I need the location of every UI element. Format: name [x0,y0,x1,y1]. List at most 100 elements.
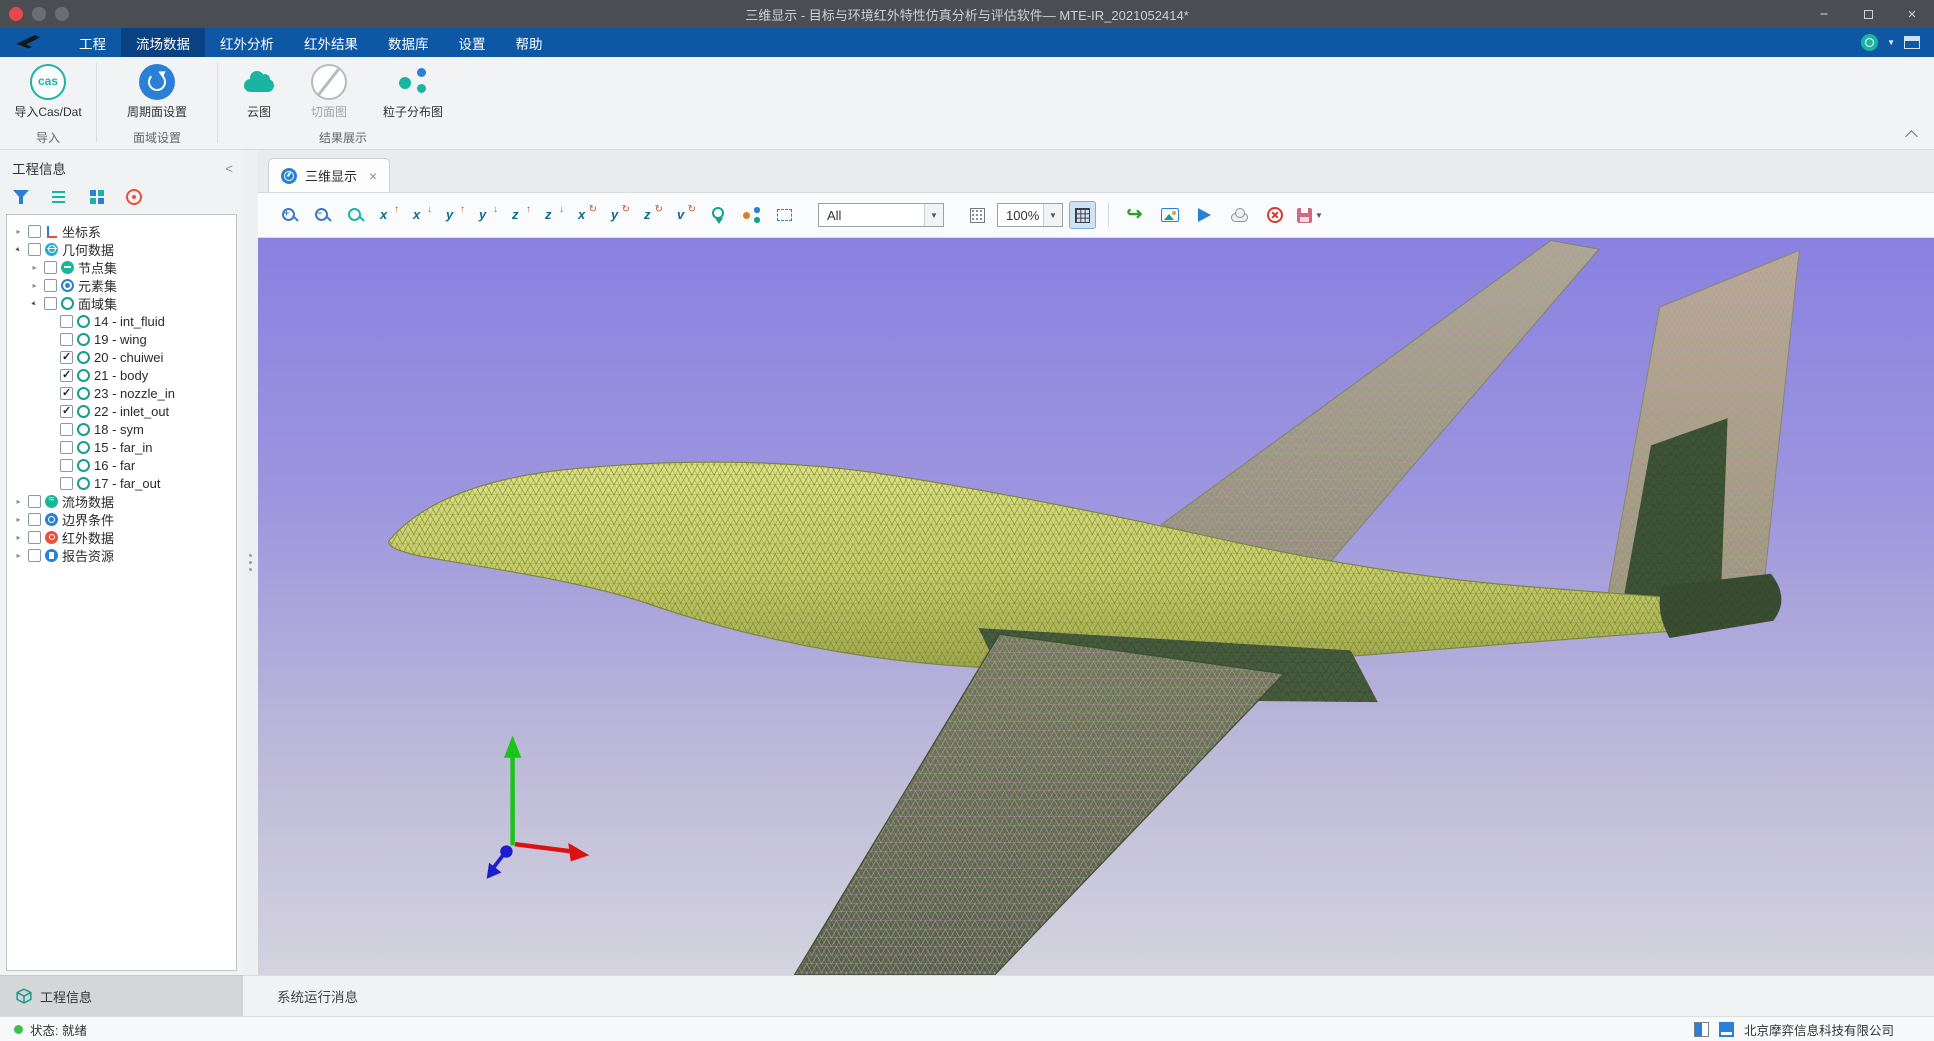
tree-checkbox[interactable] [60,405,73,418]
tree-expander-icon[interactable]: ▸ [11,242,25,256]
locate-target-icon[interactable] [126,189,142,205]
menu-tab-ir-analysis[interactable]: 红外分析 [205,28,289,57]
clear-display-button[interactable] [1261,201,1288,229]
rotate-x-button[interactable]: x↻ [573,201,600,229]
filter-icon[interactable] [12,188,30,206]
dropdown-caret-icon[interactable]: ▼ [1887,38,1895,47]
tree-item[interactable]: ▸21 - body [7,366,236,384]
tree-checkbox[interactable] [28,549,41,562]
menu-tab-database[interactable]: 数据库 [373,28,444,57]
tree-item[interactable]: ▸红外数据 [7,528,236,546]
tree-item[interactable]: ▸22 - inlet_out [7,402,236,420]
minimize-button[interactable]: − [1802,0,1846,28]
quick-access-button[interactable] [1861,34,1878,51]
display-filter-select[interactable]: All ▼ [818,203,944,227]
zoom-window-button[interactable] [342,201,369,229]
docked-panel-tab[interactable]: 工程信息 [0,975,243,1016]
tree-expander-icon[interactable]: ▸ [13,533,24,542]
tree-item[interactable]: ▸19 - wing [7,330,236,348]
aircraft-3d-model[interactable] [258,238,1934,975]
rotate-free-button[interactable]: v↻ [672,201,699,229]
titlebar-button-2[interactable] [55,7,69,21]
view-z-neg-button[interactable]: z↓ [540,201,567,229]
tree-item[interactable]: ▸17 - far_out [7,474,236,492]
view-x-pos-button[interactable]: x↑ [375,201,402,229]
tree-expander-icon[interactable]: ▸ [13,497,24,506]
grid-view-icon[interactable] [88,188,106,206]
tree-checkbox[interactable] [28,243,41,256]
tree-checkbox[interactable] [44,279,57,292]
tree-checkbox[interactable] [28,495,41,508]
particle-distribution-button[interactable]: 粒子分布图 [367,64,459,120]
dropdown-arrow-icon[interactable]: ▼ [924,204,943,226]
rotate-z-button[interactable]: z↻ [639,201,666,229]
tree-item[interactable]: ▸几何数据 [7,240,236,258]
tree-checkbox[interactable] [60,459,73,472]
titlebar-red-button[interactable] [9,7,23,21]
tree-item[interactable]: ▸16 - far [7,456,236,474]
tree-expander-icon[interactable]: ▸ [13,515,24,524]
tree-checkbox[interactable] [60,423,73,436]
tree-item[interactable]: ▸18 - sym [7,420,236,438]
ribbon-collapse-button[interactable] [1905,130,1918,143]
tree-expander-icon[interactable]: ▸ [13,551,24,560]
dropdown-arrow-icon[interactable]: ▼ [1043,204,1062,226]
tree-item[interactable]: ▸15 - far_in [7,438,236,456]
tree-item[interactable]: ▸20 - chuiwei [7,348,236,366]
zoom-out-button[interactable]: − [309,201,336,229]
view-y-neg-button[interactable]: y↓ [474,201,501,229]
zoom-level-select[interactable]: 100% ▼ [997,203,1063,227]
menu-tab-settings[interactable]: 设置 [444,28,501,57]
view-x-neg-button[interactable]: x↓ [408,201,435,229]
tab-3d-display[interactable]: 三维显示 × [268,158,390,192]
tree-checkbox[interactable] [60,369,73,382]
tree-checkbox[interactable] [28,531,41,544]
tree-checkbox[interactable] [44,297,57,310]
tree-checkbox[interactable] [28,513,41,526]
tree-expander-icon[interactable]: ▸ [13,227,24,236]
tab-close-icon[interactable]: × [369,168,377,184]
tree-item[interactable]: ▸坐标系 [7,222,236,240]
import-cas-dat-button[interactable]: cas 导入Cas/Dat [14,64,81,120]
save-view-button[interactable]: ▼ [1296,201,1324,229]
list-view-icon[interactable] [50,188,68,206]
tree-checkbox[interactable] [60,315,73,328]
periodic-face-button[interactable]: 周期面设置 [127,64,187,120]
smooth-shade-button[interactable] [1226,201,1253,229]
particle-points-button[interactable] [738,201,765,229]
window-style-button[interactable] [1904,36,1920,49]
tree-checkbox[interactable] [60,477,73,490]
tree-checkbox[interactable] [60,387,73,400]
panel-collapse-button[interactable]: < [225,161,233,176]
maximize-button[interactable] [1846,0,1890,28]
box-select-button[interactable] [771,201,798,229]
view-y-pos-button[interactable]: y↑ [441,201,468,229]
snapshot-button[interactable] [1156,201,1183,229]
tree-item[interactable]: ▸23 - nozzle_in [7,384,236,402]
halftone-button[interactable] [964,201,991,229]
mirror-view-button[interactable] [1191,201,1218,229]
tree-expander-icon[interactable]: ▸ [29,263,40,272]
tree-checkbox[interactable] [60,441,73,454]
close-button[interactable]: × [1890,0,1934,28]
tree-item[interactable]: ▸边界条件 [7,510,236,528]
cloud-contour-button[interactable]: 云图 [227,64,291,120]
tree-checkbox[interactable] [44,261,57,274]
tree-item[interactable]: ▸元素集 [7,276,236,294]
dropdown-caret-icon[interactable]: ▼ [1315,211,1323,220]
tree-item[interactable]: ▸14 - int_fluid [7,312,236,330]
tree-item[interactable]: ▸报告资源 [7,546,236,564]
menu-tab-flow-data[interactable]: 流场数据 [121,28,205,57]
rotate-y-button[interactable]: y↻ [606,201,633,229]
window-layout-icon[interactable] [1719,1022,1734,1037]
tree-checkbox[interactable] [60,351,73,364]
panel-splitter[interactable] [243,150,258,975]
tree-checkbox[interactable] [60,333,73,346]
menu-tab-ir-results[interactable]: 红外结果 [289,28,373,57]
viewport-3d[interactable] [258,238,1934,975]
grid-toggle-button[interactable] [1069,201,1096,229]
menu-tab-engineering[interactable]: 工程 [64,28,121,57]
tree-item[interactable]: ▸流场数据 [7,492,236,510]
tree-checkbox[interactable] [28,225,41,238]
message-panel-header[interactable]: 系统运行消息 [243,975,1934,1016]
